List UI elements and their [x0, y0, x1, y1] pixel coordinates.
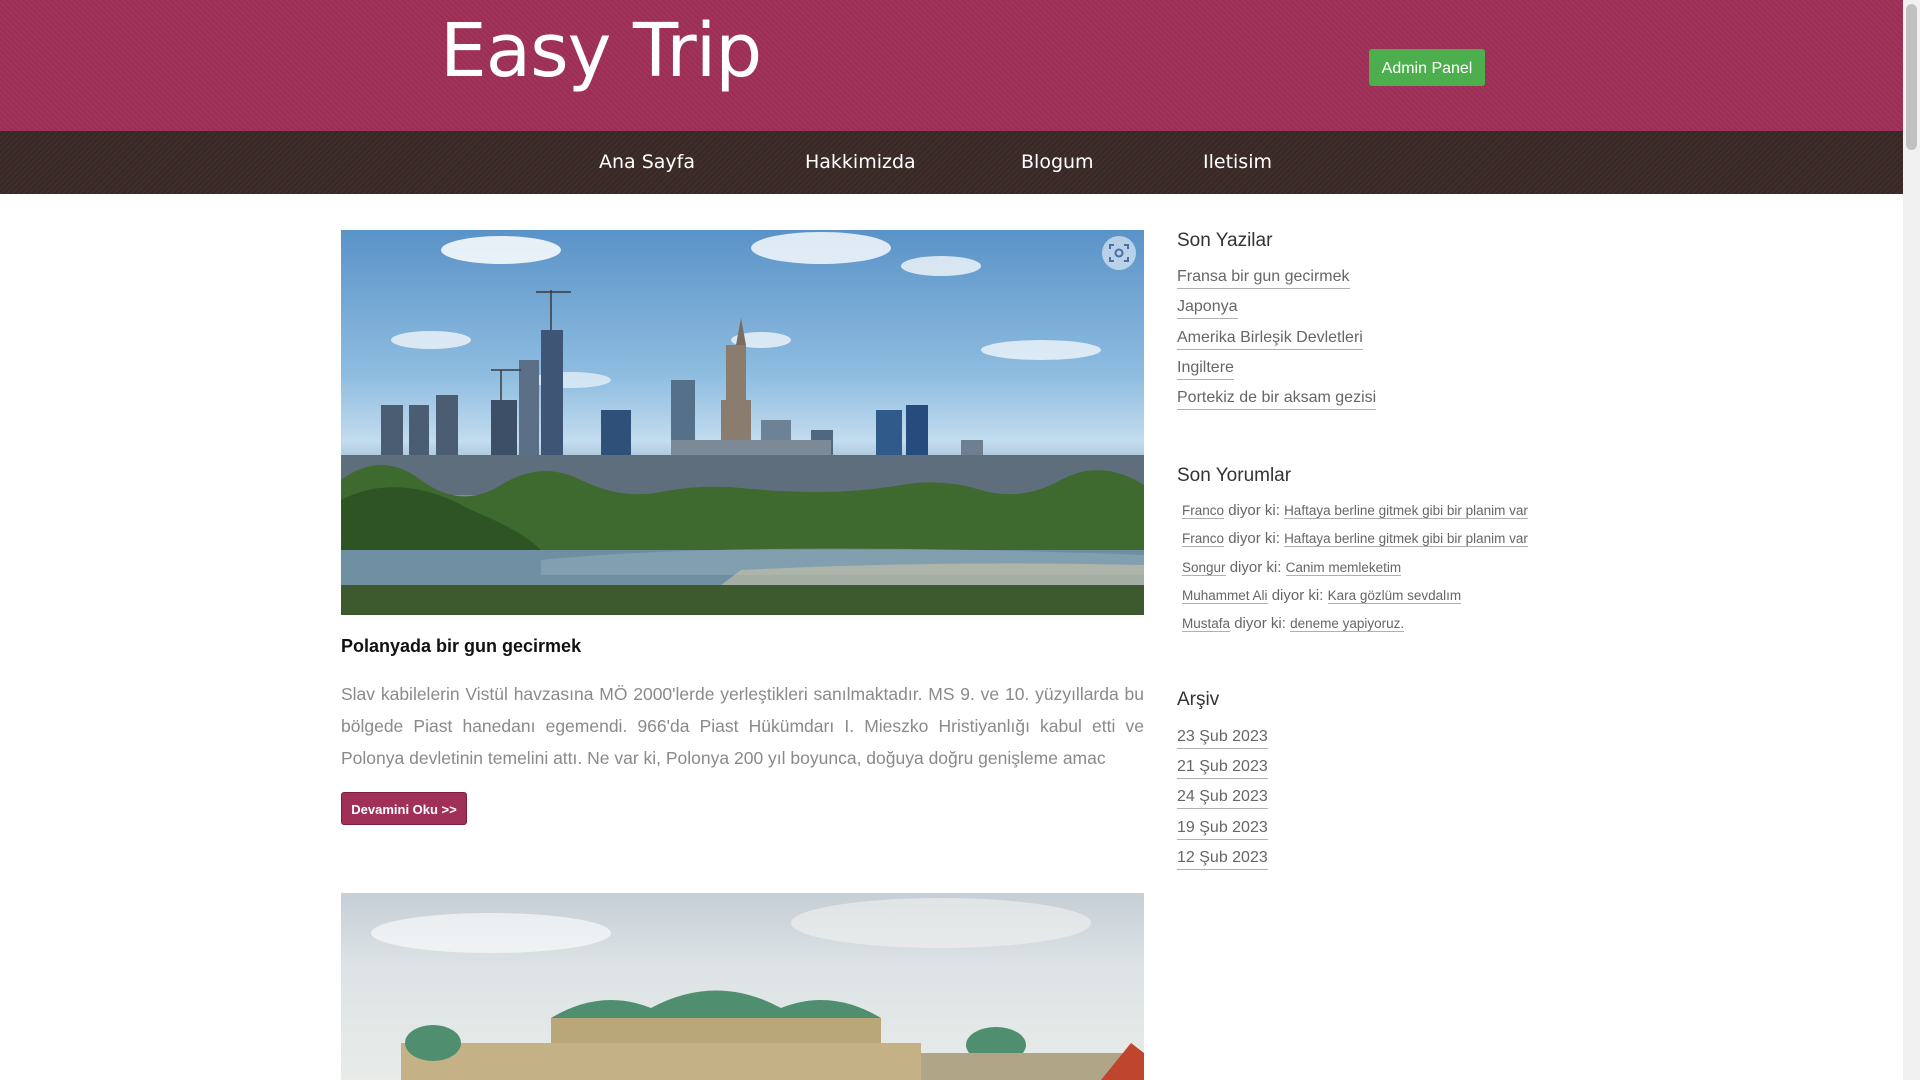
comment-item: Mustafa diyor ki: deneme yapiyoruz.: [1182, 615, 1405, 633]
post-image-palace[interactable]: [341, 893, 1144, 1080]
comment-says-text: diyor ki:: [1271, 587, 1324, 604]
skyline-illustration: [341, 232, 1144, 615]
palace-illustration: [371, 898, 1144, 1080]
comment-item: Franco diyor ki: Haftaya berline gitmek …: [1182, 530, 1528, 548]
recent-post-link[interactable]: Fransa bir gun gecirmek: [1177, 268, 1350, 289]
comment-says-text: diyor ki:: [1228, 502, 1280, 519]
site-header: Easy Trip Admin Panel: [0, 0, 1903, 131]
comment-author-link[interactable]: Songur: [1182, 560, 1226, 576]
recent-post-link[interactable]: Ingiltere: [1177, 359, 1234, 380]
archive-link[interactable]: 24 Şub 2023: [1177, 788, 1268, 809]
read-more-button[interactable]: Devamini Oku >>: [341, 792, 467, 825]
comment-says-text: diyor ki:: [1234, 615, 1286, 632]
archive-title: Arşiv: [1177, 689, 1220, 710]
recent-comments-title: Son Yorumlar: [1177, 465, 1292, 486]
visual-search-icon: [1109, 244, 1129, 262]
recent-post-link[interactable]: Portekiz de bir aksam gezisi: [1177, 389, 1377, 410]
comment-post-link[interactable]: Canim memleketim: [1285, 560, 1402, 576]
admin-panel-button[interactable]: Admin Panel: [1369, 49, 1485, 86]
comment-post-link[interactable]: Kara gözlüm sevdalım: [1327, 588, 1462, 604]
main-nav: Ana Sayfa Hakkimizda Blogum Iletisim: [0, 131, 1903, 194]
nav-item-blog[interactable]: Blogum: [1021, 131, 1094, 194]
post-excerpt: Slav kabilelerin Vistül havzasına MÖ 200…: [341, 684, 1144, 768]
comment-post-link[interactable]: deneme yapiyoruz.: [1290, 616, 1405, 632]
archive-link[interactable]: 23 Şub 2023: [1177, 728, 1268, 749]
archive-link[interactable]: 21 Şub 2023: [1177, 758, 1268, 779]
comment-author-link[interactable]: Mustafa: [1182, 616, 1231, 632]
recent-post-link[interactable]: Amerika Birleşik Devletleri: [1177, 329, 1363, 350]
nav-item-contact[interactable]: Iletisim: [1203, 131, 1272, 194]
site-logo[interactable]: Easy Trip: [440, 14, 762, 88]
comment-says-text: diyor ki:: [1228, 530, 1280, 547]
nav-item-about[interactable]: Hakkimizda: [805, 131, 916, 194]
recent-post-link[interactable]: Japonya: [1177, 298, 1238, 319]
comment-author-link[interactable]: Franco: [1182, 503, 1225, 519]
comment-item: Franco diyor ki: Haftaya berline gitmek …: [1182, 502, 1528, 520]
comment-item: Songur diyor ki: Canim memleketim: [1182, 559, 1402, 577]
scrollbar-thumb[interactable]: [1906, 4, 1917, 150]
comment-post-link[interactable]: Haftaya berline gitmek gibi bir planim v…: [1284, 531, 1528, 547]
comment-says-text: diyor ki:: [1229, 559, 1282, 576]
comment-item: Muhammet Ali diyor ki: Kara gözlüm sevda…: [1182, 587, 1462, 605]
comment-post-link[interactable]: Haftaya berline gitmek gibi bir planim v…: [1284, 503, 1528, 519]
archive-link[interactable]: 19 Şub 2023: [1177, 819, 1268, 840]
comment-author-link[interactable]: Muhammet Ali: [1182, 588, 1268, 604]
post-title[interactable]: Polanyada bir gun gecirmek: [341, 636, 581, 657]
page-scrollbar[interactable]: [1903, 0, 1920, 1080]
archive-link[interactable]: 12 Şub 2023: [1177, 849, 1268, 870]
recent-posts-title: Son Yazilar: [1177, 230, 1273, 251]
post-image-warsaw-skyline[interactable]: [341, 230, 1144, 615]
visual-search-button[interactable]: [1102, 236, 1136, 270]
nav-item-home[interactable]: Ana Sayfa: [599, 131, 695, 194]
comment-author-link[interactable]: Franco: [1182, 531, 1225, 547]
